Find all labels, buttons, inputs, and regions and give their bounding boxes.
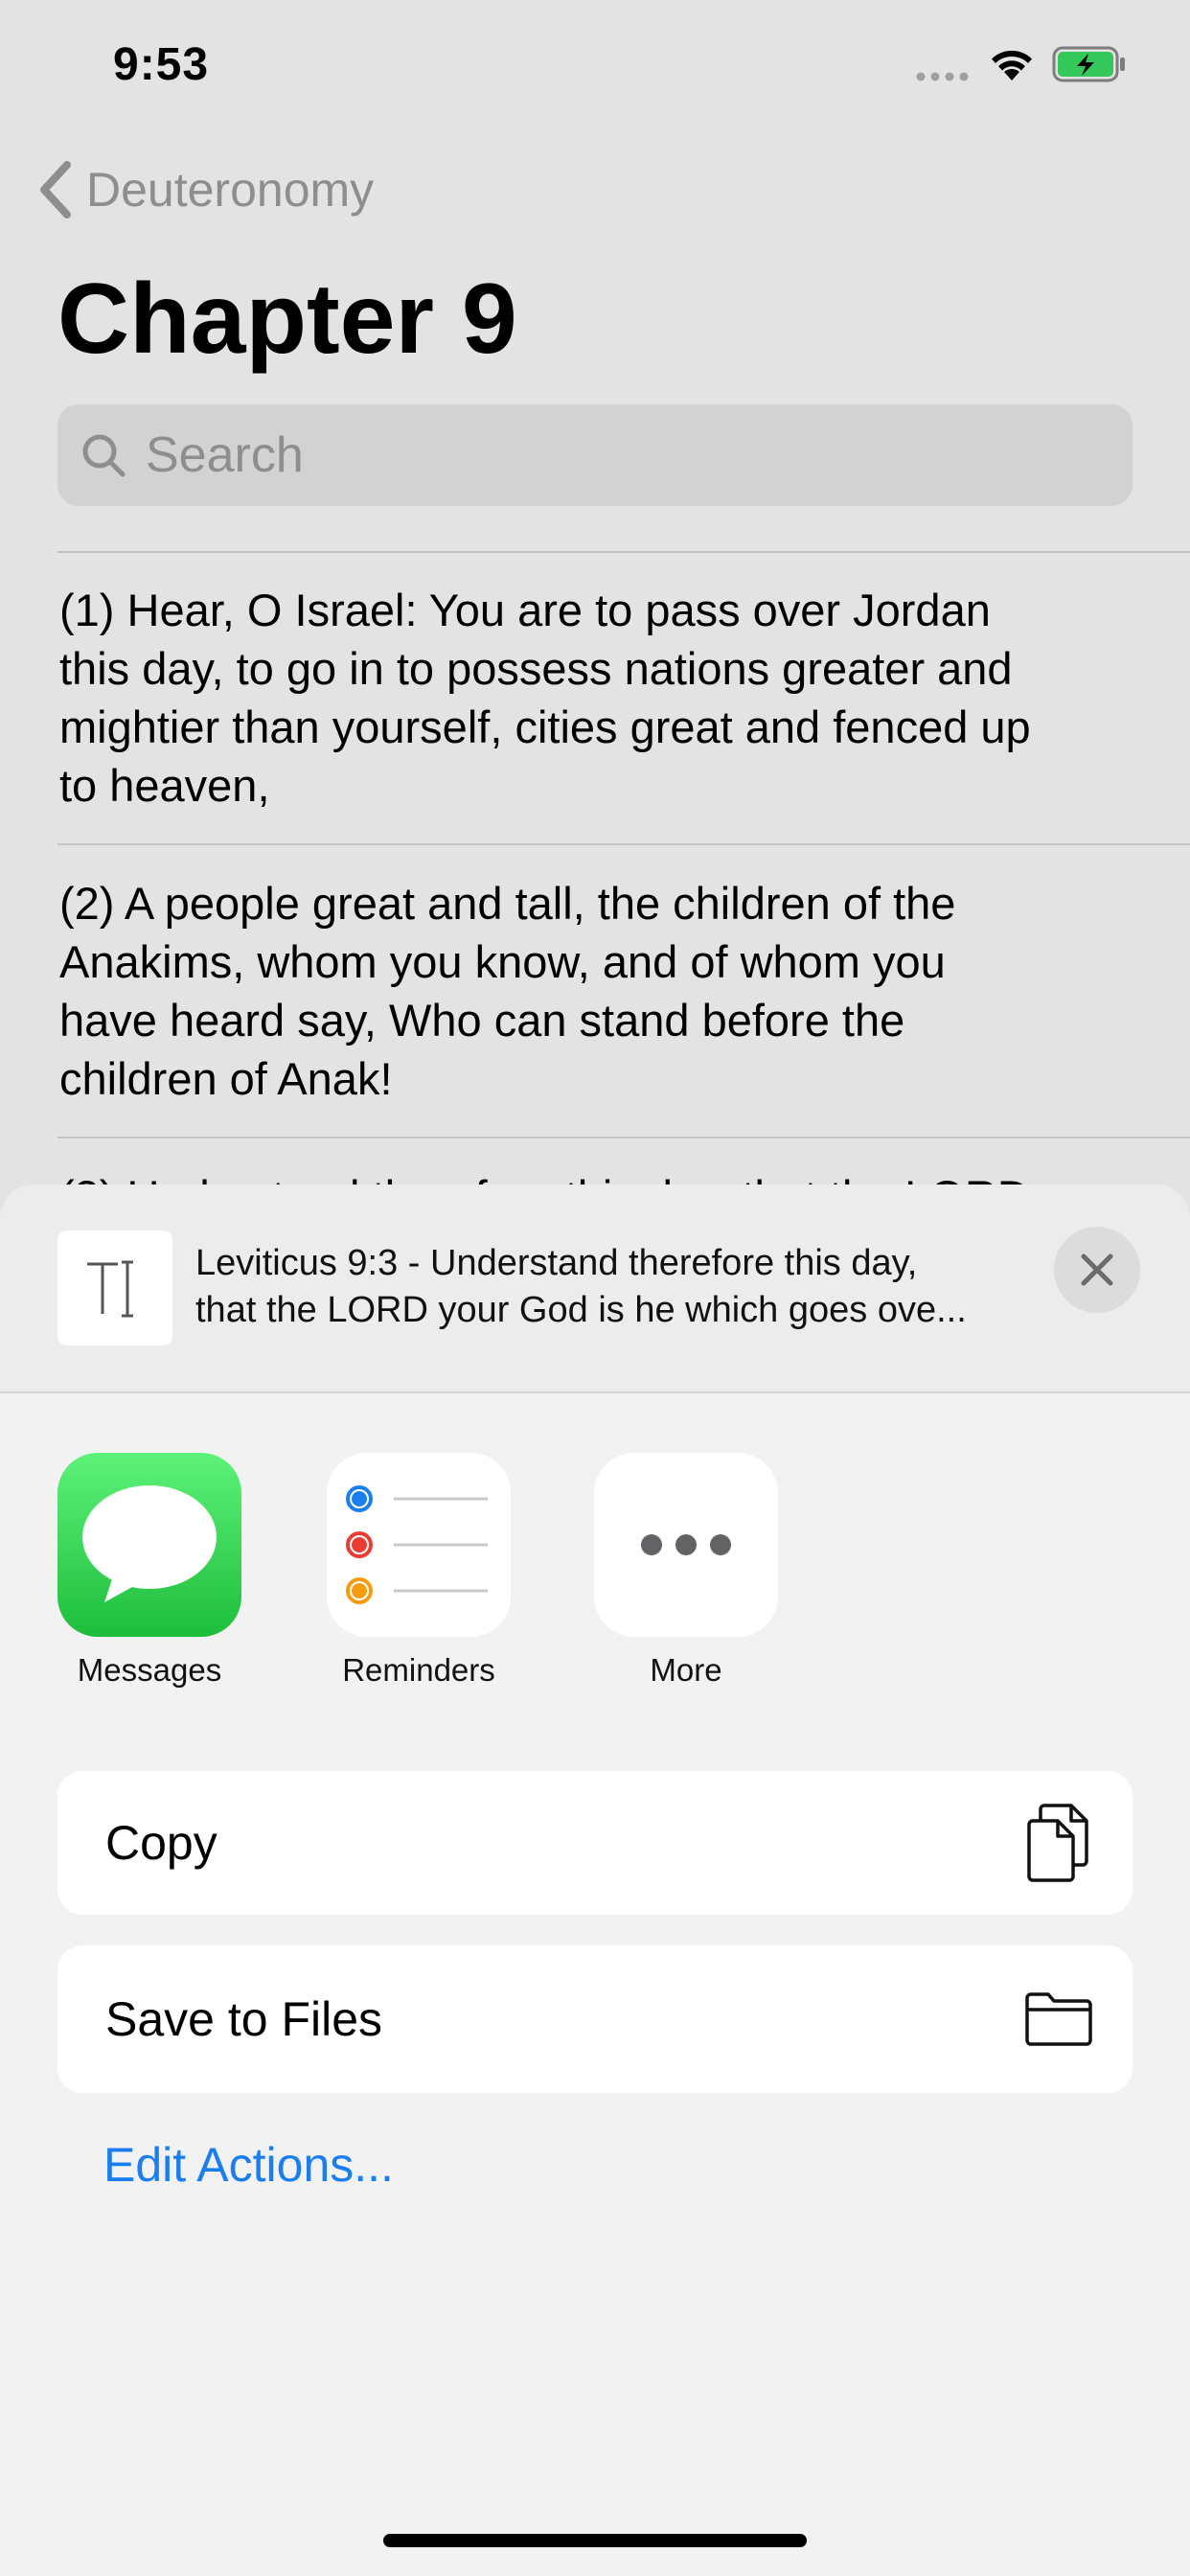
app-label: More [650, 1652, 722, 1688]
screen: 9:53 Deuteronomy Chapter 9 Search (1) He… [0, 0, 1190, 2576]
edit-actions-link[interactable]: Edit Actions... [103, 2137, 394, 2193]
chevron-left-icon [40, 161, 71, 218]
save-to-files-action[interactable]: Save to Files [57, 1945, 1133, 2093]
cellular-signal-icon [916, 72, 969, 81]
share-app-reminders[interactable]: Reminders [327, 1453, 511, 1689]
messages-icon [57, 1453, 241, 1637]
action-label: Copy [105, 1816, 217, 1870]
search-bar[interactable] [57, 404, 1133, 506]
verse-1[interactable]: (1) Hear, O Israel: You are to pass over… [59, 581, 1142, 815]
more-icon [594, 1453, 778, 1637]
back-button[interactable]: Deuteronomy [34, 155, 374, 224]
app-label: Reminders [342, 1652, 495, 1688]
reminders-icon [327, 1453, 511, 1637]
divider [57, 1137, 1190, 1138]
verse-2[interactable]: (2) A people great and tall, the childre… [59, 874, 1142, 1108]
home-indicator[interactable] [383, 2534, 807, 2547]
wifi-icon [992, 50, 1032, 80]
folder-icon [1025, 1992, 1092, 2046]
divider [57, 551, 1190, 553]
divider [57, 843, 1190, 845]
copy-action[interactable]: Copy [57, 1771, 1133, 1915]
share-app-messages[interactable]: Messages [57, 1453, 241, 1689]
app-label: Messages [77, 1652, 222, 1688]
back-button-label: Deuteronomy [86, 163, 375, 217]
status-time: 9:53 [113, 39, 210, 90]
battery-charging-icon [1052, 46, 1125, 82]
share-sheet-header: Leviticus 9:3 - Understand therefore thi… [0, 1184, 1190, 1393]
action-label: Save to Files [105, 1992, 383, 2046]
text-document-icon [87, 1260, 133, 1318]
text-preview-thumbnail [57, 1230, 172, 1346]
share-preview-text: Leviticus 9:3 - Understand therefore thi… [195, 1243, 967, 1330]
close-icon [1081, 1254, 1113, 1286]
page-title: Chapter 9 [57, 264, 517, 375]
search-input[interactable] [144, 426, 1106, 485]
copy-icon [1027, 1804, 1088, 1882]
close-button[interactable] [1054, 1227, 1140, 1313]
share-app-more[interactable]: More [594, 1453, 778, 1689]
share-sheet: Leviticus 9:3 - Understand therefore thi… [0, 1184, 1190, 2576]
status-bar: 9:53 [0, 0, 1190, 134]
search-icon [82, 434, 126, 477]
